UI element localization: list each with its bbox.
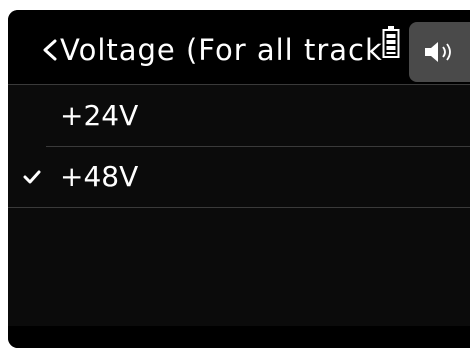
option-24v[interactable]: +24V bbox=[8, 86, 470, 146]
speaker-button[interactable] bbox=[409, 22, 470, 82]
chevron-left-icon[interactable] bbox=[40, 39, 62, 61]
check-icon bbox=[23, 170, 41, 184]
footer-band bbox=[8, 326, 470, 348]
option-label: +24V bbox=[60, 99, 139, 132]
option-48v[interactable]: +48V bbox=[8, 147, 470, 207]
speaker-icon bbox=[425, 42, 451, 62]
header-divider bbox=[8, 84, 470, 85]
battery-icon bbox=[382, 26, 400, 58]
list-divider bbox=[8, 207, 470, 208]
page-title: Voltage (For all track bbox=[60, 33, 383, 67]
header-bar: Voltage (For all track bbox=[8, 10, 470, 84]
device-screen: Voltage (For all track +24V +48V bbox=[8, 10, 470, 348]
option-label: +48V bbox=[60, 160, 139, 193]
